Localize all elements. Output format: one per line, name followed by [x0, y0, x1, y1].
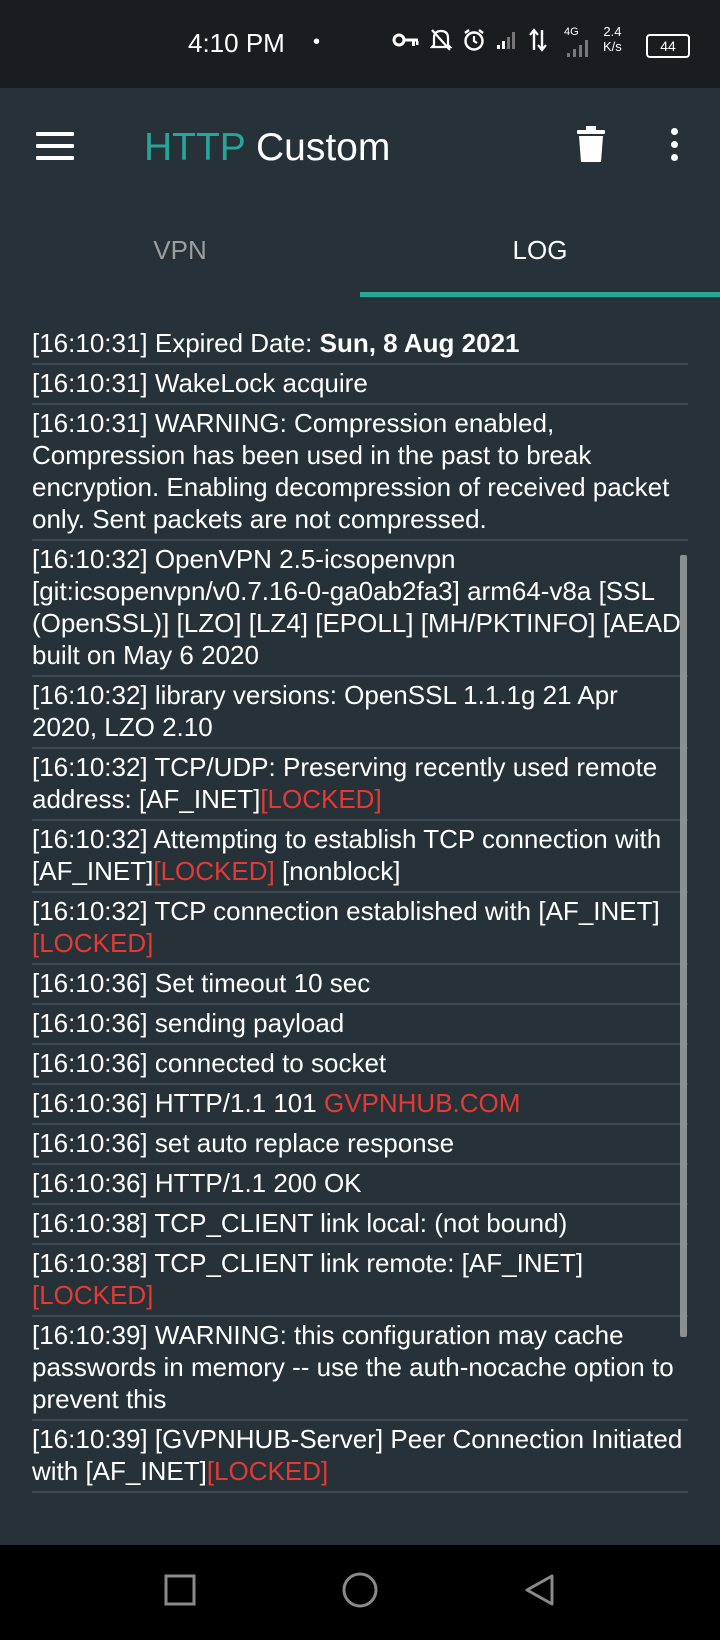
- more-options-icon[interactable]: [668, 128, 682, 162]
- log-entry: [16:10:36] HTTP/1.1 200 OK: [32, 1165, 688, 1205]
- recent-apps-icon[interactable]: [163, 1573, 197, 1607]
- log-highlight: [LOCKED]: [153, 856, 275, 886]
- data-transfer-icon: [529, 28, 547, 52]
- log-text: [16:10:36] HTTP/1.1 101: [32, 1088, 324, 1118]
- log-entry: [16:10:38] TCP_CLIENT link local: (not b…: [32, 1205, 688, 1245]
- log-highlight: [LOCKED]: [32, 928, 154, 958]
- status-bar: 4:10 PM • 4G 2.4 K/s 44: [0, 0, 720, 88]
- log-entry: [16:10:36] Set timeout 10 sec: [32, 965, 688, 1005]
- log-entry: [16:10:31] Expired Date: Sun, 8 Aug 2021: [32, 325, 688, 365]
- log-text: Sun, 8 Aug 2021: [319, 328, 520, 358]
- signal-2-icon: [567, 40, 588, 57]
- network-type: 4G: [564, 26, 579, 38]
- log-text: [nonblock]: [274, 856, 401, 886]
- app-title-accent: HTTP: [144, 126, 246, 169]
- log-text: [16:10:31] WARNING: Compression enabled,…: [32, 408, 670, 534]
- app-bar: HTTP Custom: [0, 88, 720, 208]
- log-text: [16:10:36] HTTP/1.1 200 OK: [32, 1168, 362, 1198]
- app-title: HTTP Custom: [144, 126, 390, 170]
- status-time: 4:10 PM: [188, 28, 285, 58]
- back-icon[interactable]: [522, 1573, 556, 1607]
- home-icon[interactable]: [341, 1571, 379, 1609]
- log-entry: [16:10:31] WakeLock acquire: [32, 365, 688, 405]
- log-highlight: [LOCKED]: [260, 784, 382, 814]
- delete-icon[interactable]: [576, 126, 606, 162]
- log-entry: [16:10:36] set auto replace response: [32, 1125, 688, 1165]
- status-icons: [392, 28, 548, 52]
- log-text: [16:10:36] sending payload: [32, 1008, 345, 1038]
- log-entry: [16:10:32] TCP/UDP: Preserving recently …: [32, 749, 688, 821]
- tab-bar: VPN LOG: [0, 208, 720, 296]
- vpn-key-icon: [392, 33, 419, 47]
- log-entry: [16:10:31] WARNING: Compression enabled,…: [32, 405, 688, 541]
- log-text: [16:10:36] Set timeout 10 sec: [32, 968, 371, 998]
- log-entry: [16:10:32] TCP connection established wi…: [32, 893, 688, 965]
- log-text: [16:10:38] TCP_CLIENT link local: (not b…: [32, 1208, 568, 1238]
- log-entry: [16:10:38] TCP_CLIENT link remote: [AF_I…: [32, 1245, 688, 1317]
- alarm-icon: [464, 29, 484, 51]
- log-entry: [16:10:39] [GVPNHUB-Server] Peer Connect…: [32, 1421, 688, 1493]
- log-text: [16:10:39] [GVPNHUB-Server] Peer Connect…: [32, 1424, 683, 1486]
- battery-indicator: 44: [646, 34, 690, 58]
- log-text: [16:10:36] set auto replace response: [32, 1128, 455, 1158]
- status-dot: •: [313, 31, 321, 53]
- log-text: [16:10:36] connected to socket: [32, 1048, 387, 1078]
- log-highlight: [LOCKED]: [206, 1456, 329, 1486]
- log-text: [16:10:31] Expired Date:: [32, 328, 320, 358]
- log-entry: [16:10:32] library versions: OpenSSL 1.1…: [32, 677, 688, 749]
- navigation-bar: [0, 1545, 720, 1640]
- log-highlight: [LOCKED]: [32, 1280, 154, 1310]
- app-title-rest: Custom: [245, 126, 391, 169]
- log-entry: [16:10:36] sending payload: [32, 1005, 688, 1045]
- signal-1-icon: [497, 32, 515, 49]
- speed-value: 2.4: [603, 24, 622, 39]
- log-entry: [16:10:36] HTTP/1.1 101 GVPNHUB.COM: [32, 1085, 688, 1125]
- log-entry: [16:10:32] Attempting to establish TCP c…: [32, 821, 688, 893]
- log-text: [16:10:32] TCP connection established wi…: [32, 896, 660, 926]
- menu-icon[interactable]: [36, 132, 74, 162]
- notifications-off-icon: [430, 29, 452, 51]
- speed-unit: K/s: [603, 39, 622, 54]
- log-entry: [16:10:32] OpenVPN 2.5-icsopenvpn [git:i…: [32, 541, 688, 677]
- network-speed: 2.4 K/s: [603, 24, 622, 54]
- log-text: [16:10:39] WARNING: this configuration m…: [32, 1320, 674, 1414]
- tab-vpn[interactable]: VPN: [0, 208, 360, 296]
- log-entry: [16:10:39] WARNING: this configuration m…: [32, 1317, 688, 1421]
- log-highlight: GVPNHUB.COM: [323, 1088, 521, 1118]
- log-text: [16:10:38] TCP_CLIENT link remote: [AF_I…: [32, 1248, 584, 1278]
- log-list: [16:10:31] Expired Date: Sun, 8 Aug 2021…: [32, 325, 688, 1493]
- tab-log[interactable]: LOG: [360, 208, 720, 296]
- scrollbar[interactable]: [680, 555, 687, 1337]
- log-entry: [16:10:36] connected to socket: [32, 1045, 688, 1085]
- log-panel[interactable]: [16:10:31] Expired Date: Sun, 8 Aug 2021…: [0, 297, 720, 1545]
- log-text: [16:10:31] WakeLock acquire: [32, 368, 368, 398]
- log-text: [16:10:32] OpenVPN 2.5-icsopenvpn [git:i…: [32, 544, 688, 670]
- log-text: [16:10:32] library versions: OpenSSL 1.1…: [32, 680, 618, 742]
